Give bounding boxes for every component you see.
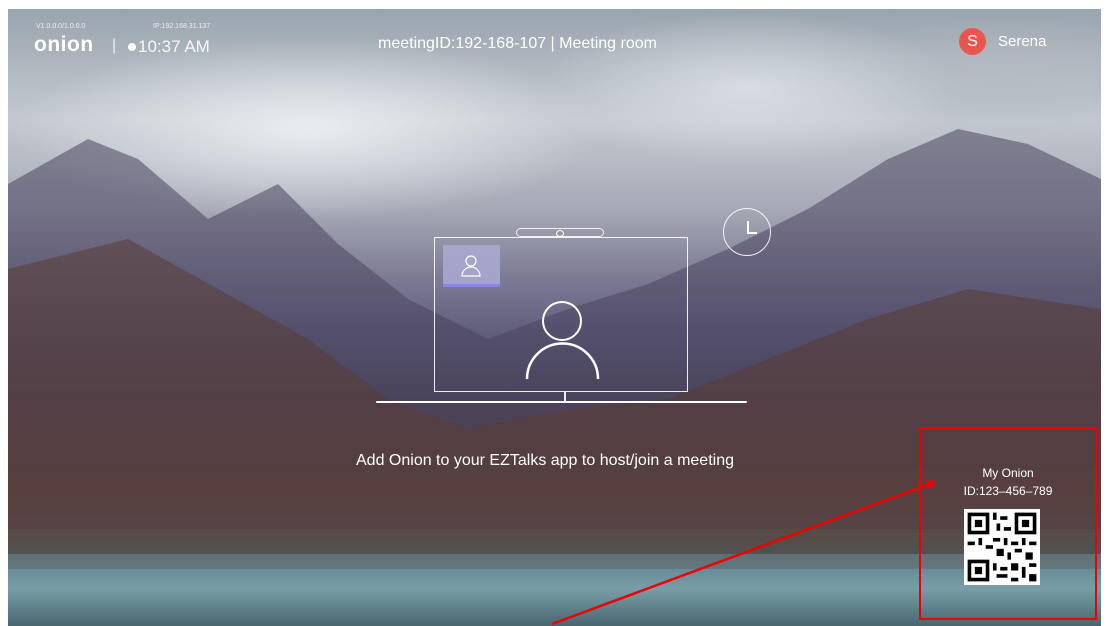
annotation-arrow: [551, 480, 937, 626]
